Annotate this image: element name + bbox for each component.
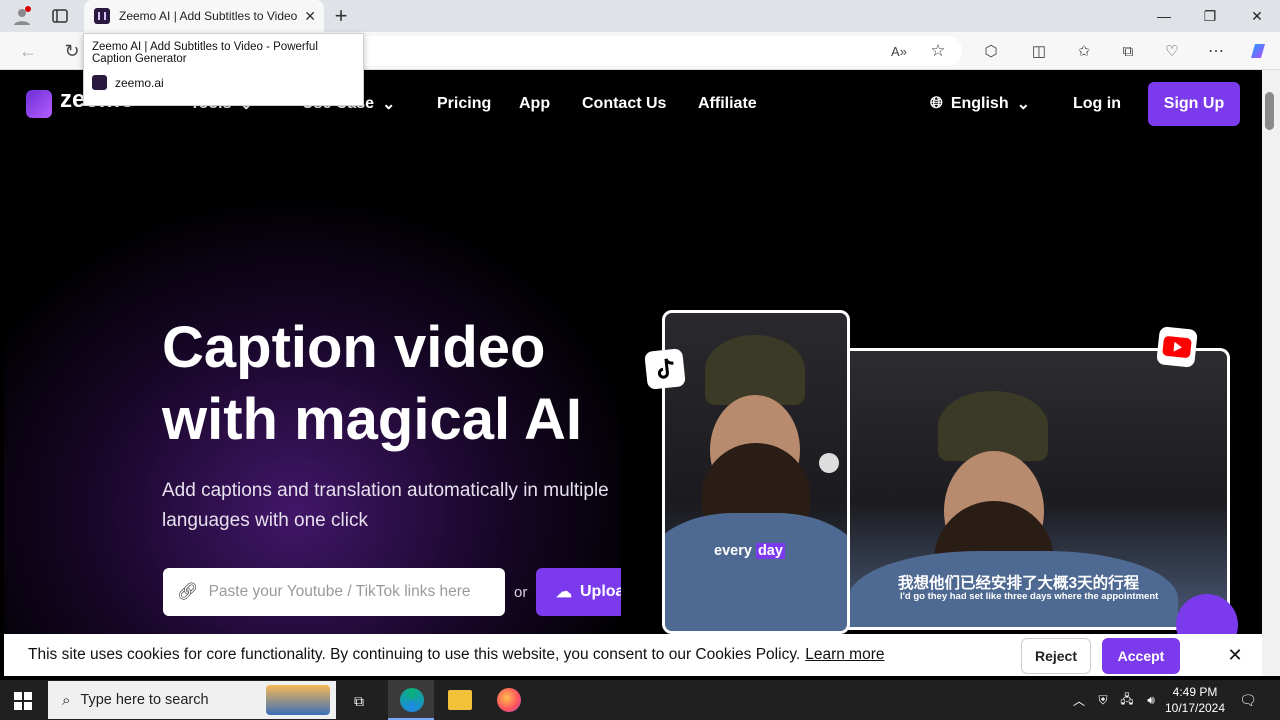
- video-link-input[interactable]: 🔗︎ Paste your Youtube / TikTok links her…: [163, 568, 505, 616]
- clock-time: 4:49 PM: [1172, 685, 1218, 699]
- accept-cookies-button[interactable]: Accept: [1102, 638, 1180, 674]
- notifications-icon[interactable]: 🗨︎: [1238, 690, 1258, 710]
- zeemo-logo-icon[interactable]: [26, 90, 52, 118]
- taskbar-search-placeholder: Type here to search: [80, 692, 209, 708]
- signup-button[interactable]: Sign Up: [1148, 82, 1240, 126]
- collections-icon[interactable]: ⧉: [1117, 40, 1139, 62]
- minimize-button[interactable]: —: [1141, 0, 1187, 32]
- copilot-icon[interactable]: [1246, 39, 1270, 63]
- volume-icon[interactable]: 🔊︎: [1142, 690, 1160, 710]
- close-cookie-icon[interactable]: ✕: [1224, 644, 1246, 666]
- nav-affiliate[interactable]: Affiliate: [698, 94, 757, 114]
- hero-title: Caption video with magical AI: [162, 312, 632, 456]
- clock-date: 10/17/2024: [1164, 701, 1226, 715]
- back-icon[interactable]: ←: [16, 40, 40, 62]
- task-view-icon[interactable]: ⧉: [348, 690, 370, 712]
- caption-en-translation: I'd go they had set like three days wher…: [900, 591, 1159, 602]
- search-icon: ⌕: [62, 691, 71, 709]
- language-selector[interactable]: 🌐︎ English ⌄: [930, 94, 1030, 114]
- cloud-upload-icon: ☁︎: [556, 584, 572, 601]
- file-explorer-icon[interactable]: [448, 690, 472, 710]
- nav-app[interactable]: App: [519, 94, 550, 114]
- favorites-icon[interactable]: ✩: [1073, 40, 1095, 62]
- avatar-dot-icon: [819, 453, 839, 473]
- edge-icon: [400, 688, 424, 712]
- zeemo-favicon: [92, 75, 107, 90]
- performance-icon[interactable]: ♡: [1161, 40, 1183, 62]
- language-label: English: [950, 95, 1009, 112]
- tray-chevron-icon[interactable]: ︿: [1070, 690, 1088, 710]
- close-window-button[interactable]: ✕: [1234, 0, 1280, 32]
- tab-hover-tooltip: Zeemo AI | Add Subtitles to Video - Powe…: [83, 33, 364, 106]
- clock[interactable]: 4:49 PM 10/17/2024: [1164, 684, 1226, 716]
- refresh-icon[interactable]: ↻: [60, 40, 84, 62]
- network-icon[interactable]: 🖧︎: [1118, 690, 1136, 710]
- reject-cookies-button[interactable]: Reject: [1021, 638, 1091, 674]
- tooltip-domain: zeemo.ai: [115, 75, 164, 90]
- more-menu-icon[interactable]: ⋯: [1205, 40, 1227, 62]
- close-tab-icon[interactable]: ✕: [304, 8, 316, 25]
- tiktok-preview-card: [662, 310, 850, 634]
- extensions-icon[interactable]: ⬡: [980, 40, 1002, 62]
- windows-start-icon[interactable]: [12, 690, 34, 712]
- caption-en: every day: [714, 543, 785, 559]
- nav-pricing[interactable]: Pricing: [437, 94, 491, 114]
- chevron-down-icon: ⌄: [1016, 96, 1030, 113]
- cookie-text: This site uses cookies for core function…: [28, 646, 801, 663]
- split-screen-icon[interactable]: ◫: [1028, 40, 1050, 62]
- link-icon: 🔗︎: [177, 582, 199, 601]
- chevron-down-icon: ⌄: [382, 96, 396, 113]
- restore-button[interactable]: ❐: [1187, 0, 1233, 32]
- tooltip-title: Zeemo AI | Add Subtitles to Video - Powe…: [92, 41, 318, 65]
- edge-taskbar-item[interactable]: [388, 680, 434, 720]
- caption-en-part1: every: [714, 543, 756, 559]
- web-page: zeemo Tools⌄ Use Case⌄ Pricing App Conta…: [4, 70, 1262, 634]
- nav-contact[interactable]: Contact Us: [582, 94, 666, 114]
- hero-title-line2: with magical AI: [162, 387, 583, 452]
- learn-more-link[interactable]: Learn more: [805, 646, 884, 664]
- zeemo-favicon: [94, 8, 110, 24]
- page-scrollbar[interactable]: [1262, 70, 1280, 676]
- tab-title: Zeemo AI | Add Subtitles to Video: [119, 9, 298, 23]
- firefox-icon[interactable]: [497, 688, 521, 712]
- browser-tab-bar: Zeemo AI | Add Subtitles to Video ✕ + — …: [0, 0, 1280, 32]
- caption-zh: 我想他们已经安排了大概3天的行程: [898, 575, 1140, 592]
- taskbar-search-box[interactable]: ⌕ Type here to search: [48, 681, 336, 719]
- hero-subtitle: Add captions and translation automatical…: [162, 480, 609, 531]
- tab-actions-icon[interactable]: [50, 7, 70, 25]
- favorite-star-icon[interactable]: ☆: [927, 40, 949, 62]
- new-tab-button[interactable]: +: [330, 3, 352, 28]
- defender-tray-icon[interactable]: ⛨: [1094, 690, 1112, 710]
- caption-en-highlight: day: [755, 543, 785, 559]
- or-label: or: [514, 584, 528, 601]
- read-aloud-icon[interactable]: A»: [888, 40, 910, 62]
- tiktok-icon: [644, 348, 686, 390]
- hero-title-line1: Caption video: [162, 315, 546, 380]
- globe-icon: 🌐︎: [930, 95, 943, 112]
- tab-zeemo[interactable]: Zeemo AI | Add Subtitles to Video ✕: [84, 0, 324, 32]
- scrollbar-thumb[interactable]: [1265, 92, 1274, 130]
- youtube-icon: [1156, 326, 1198, 368]
- login-link[interactable]: Log in: [1073, 94, 1121, 114]
- profile-icon[interactable]: [10, 6, 34, 26]
- search-highlight-image: [266, 685, 330, 715]
- shirt-shape: [665, 513, 847, 631]
- link-input-placeholder: Paste your Youtube / TikTok links here: [208, 583, 471, 600]
